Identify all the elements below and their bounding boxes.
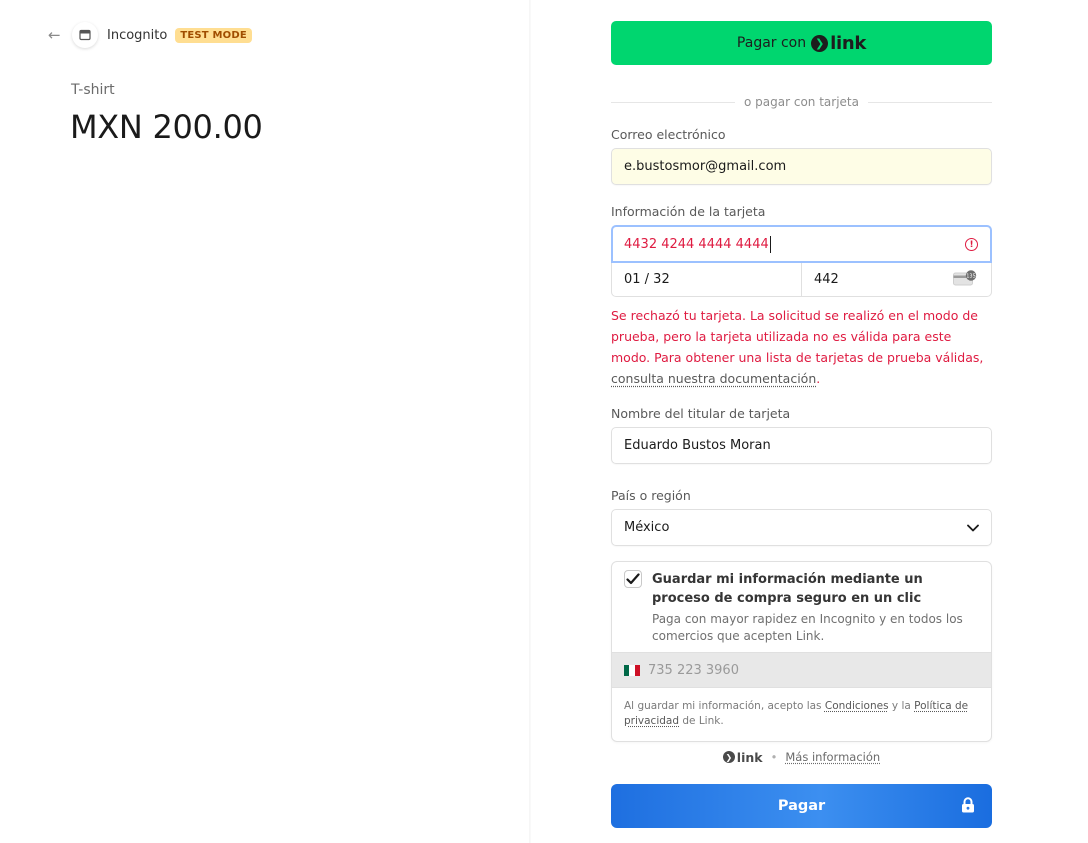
or-divider: o pagar con tarjeta — [611, 94, 993, 110]
legal-and: y la — [891, 700, 911, 712]
save-info-title: Guardar mi información mediante un proce… — [652, 572, 923, 606]
save-info-checkbox[interactable] — [624, 570, 642, 588]
link-save-info-box: Guardar mi información mediante un proce… — [611, 561, 992, 742]
card-label: Información de la tarjeta — [611, 204, 766, 219]
chevron-down-icon — [967, 524, 979, 531]
country-field-group: País o región México — [611, 488, 992, 546]
link-footer: ❯ link • Más información — [611, 749, 992, 765]
merchant-header: ← Incognito TEST MODE — [48, 20, 252, 50]
country-select[interactable]: México — [611, 509, 992, 546]
pay-with-link-button[interactable]: Pagar con ❯ link — [611, 21, 992, 65]
or-divider-text: o pagar con tarjeta — [744, 95, 859, 109]
pay-with-link-label: Pagar con — [736, 35, 807, 51]
link-footer-chevron-icon: ❯ — [722, 751, 735, 763]
documentation-link[interactable]: consulta nuestra documentación — [611, 371, 816, 386]
lock-icon — [962, 797, 974, 813]
link-footer-brand: link — [736, 749, 763, 765]
cardholder-field-group: Nombre del titular de tarjeta Eduardo Bu… — [611, 406, 992, 464]
card-number-input[interactable]: 4432 4244 4444 4444 ! — [611, 225, 992, 263]
pay-button[interactable]: Pagar — [611, 784, 992, 828]
country-label: País o región — [611, 488, 691, 503]
link-logo: ❯ link — [811, 33, 866, 54]
link-legal-text: Al guardar mi información, acepto las Co… — [612, 688, 991, 741]
save-info-row: Guardar mi información mediante un proce… — [612, 562, 991, 652]
link-footer-logo: ❯ link — [722, 749, 763, 765]
expiry-input[interactable]: 01 / 32 — [611, 263, 802, 297]
country-value: México — [624, 520, 670, 535]
cardholder-label: Nombre del titular de tarjeta — [611, 406, 791, 421]
payment-form: Pagar con ❯ link o pagar con tarjeta Cor… — [611, 21, 993, 828]
test-mode-badge: TEST MODE — [175, 27, 252, 43]
cardholder-name-field[interactable]: Eduardo Bustos Moran — [611, 427, 992, 464]
card-error-text: Se rechazó tu tarjeta. La solicitud se r… — [611, 308, 984, 365]
phone-placeholder: 735 223 3960 — [648, 662, 739, 678]
cvc-input[interactable]: 442 135 — [802, 263, 992, 297]
link-brand: link — [830, 32, 867, 54]
legal-prefix: Al guardar mi información, acepto las — [624, 700, 822, 712]
link-chevron-icon: ❯ — [811, 34, 829, 52]
error-icon: ! — [965, 238, 978, 251]
cvc-card-icon: 135 — [953, 270, 977, 286]
email-label: Correo electrónico — [611, 127, 726, 142]
legal-suffix: de Link. — [682, 715, 724, 727]
footer-separator: • — [770, 750, 778, 764]
store-icon — [72, 22, 98, 48]
email-field[interactable]: e.bustosmor@gmail.com — [611, 148, 992, 185]
or-line-right — [868, 101, 993, 103]
card-field-group: Información de la tarjeta 4432 4244 4444… — [611, 204, 992, 389]
or-line-left — [611, 101, 736, 103]
arrow-left-icon[interactable]: ← — [48, 27, 64, 43]
text-caret — [769, 235, 771, 253]
terms-link[interactable]: Condiciones — [825, 700, 889, 712]
card-details-row: 01 / 32 442 135 — [611, 263, 992, 297]
card-error-message: Se rechazó tu tarjeta. La solicitud se r… — [611, 305, 992, 389]
check-icon — [626, 573, 640, 585]
card-number-value: 4432 4244 4444 4444 — [624, 236, 769, 252]
product-price: MXN 200.00 — [70, 108, 263, 146]
cvc-value: 442 — [814, 272, 839, 287]
svg-text:135: 135 — [966, 273, 976, 279]
mexico-flag-icon — [624, 664, 640, 676]
pay-button-label: Pagar — [777, 798, 826, 814]
order-summary-pane: ← Incognito TEST MODE T-shirt MXN 200.00 — [0, 0, 531, 843]
store-name: Incognito — [107, 27, 168, 43]
product-name: T-shirt — [71, 82, 115, 98]
payment-pane: Pagar con ❯ link o pagar con tarjeta Cor… — [531, 0, 1088, 843]
phone-input[interactable]: 735 223 3960 — [612, 652, 991, 688]
save-info-text: Guardar mi información mediante un proce… — [652, 570, 979, 645]
save-info-subtitle: Paga con mayor rapidez en Incognito y en… — [652, 612, 963, 643]
card-error-end: . — [816, 371, 821, 386]
more-info-link[interactable]: Más información — [785, 750, 880, 764]
email-field-group: Correo electrónico e.bustosmor@gmail.com — [611, 127, 992, 185]
